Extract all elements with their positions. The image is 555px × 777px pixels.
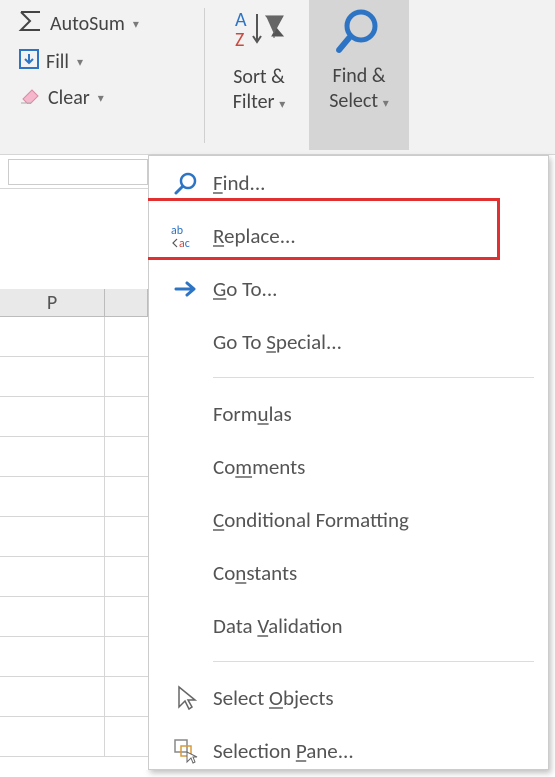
replace-abac-icon: ab ac [159, 223, 213, 249]
find-select-label-l1: Find & [333, 64, 386, 88]
sort-filter-label-l1: Sort & [233, 65, 285, 89]
magnifier-icon [333, 6, 385, 58]
menu-data-validation-label: Data Validation [213, 613, 343, 639]
find-select-button[interactable]: Find & Select ▾ [309, 0, 409, 150]
menu-conditional-formatting[interactable]: Conditional Formatting [149, 493, 548, 546]
ribbon-large-buttons: A Z Sort & Filter ▾ Find & [209, 0, 409, 154]
cell-row[interactable] [0, 717, 148, 757]
chevron-down-icon: ▾ [277, 98, 286, 112]
menu-replace-label: Replace... [213, 223, 296, 249]
editing-buttons-column: AutoSum ▾ Fill ▾ Clear ▾ [0, 0, 200, 154]
cell-row[interactable] [0, 597, 148, 637]
fill-button[interactable]: Fill ▾ [18, 48, 192, 76]
cell-row[interactable] [0, 437, 148, 477]
menu-find[interactable]: Find... [149, 156, 548, 209]
sigma-icon [18, 10, 44, 38]
chevron-down-icon: ▾ [98, 91, 104, 106]
menu-comments-label: Comments [213, 454, 305, 480]
sort-filter-label-l2: Filter [233, 90, 275, 114]
find-select-label-l2: Select [329, 89, 378, 113]
ribbon-home-editing-group: AutoSum ▾ Fill ▾ Clear ▾ A Z [0, 0, 555, 155]
menu-find-label: Find... [213, 170, 265, 196]
find-select-dropdown: Find... ab ac Replace... Go To... Go To … [148, 155, 549, 770]
menu-goto[interactable]: Go To... [149, 262, 548, 315]
menu-formulas[interactable]: Formulas [149, 387, 548, 440]
sort-filter-icon: A Z [233, 6, 285, 59]
autosum-button[interactable]: AutoSum ▾ [18, 10, 192, 38]
menu-selection-pane[interactable]: Selection Pane... [149, 724, 548, 777]
cell-row[interactable] [0, 477, 148, 517]
menu-goto-special[interactable]: Go To Special... [149, 315, 548, 368]
menu-separator [213, 661, 534, 662]
column-header-P[interactable]: P [0, 289, 105, 316]
cell-row[interactable] [0, 517, 148, 557]
menu-goto-special-label: Go To Special... [213, 329, 342, 355]
svg-text:ab: ab [171, 224, 183, 238]
worksheet-area: P [0, 155, 148, 770]
clear-button[interactable]: Clear ▾ [18, 86, 192, 110]
menu-separator [213, 377, 534, 378]
chevron-down-icon: ▾ [77, 55, 83, 70]
menu-constants[interactable]: Constants [149, 546, 548, 599]
magnifier-small-icon [159, 170, 213, 196]
menu-replace[interactable]: ab ac Replace... [149, 209, 548, 262]
menu-select-objects-label: Select Objects [213, 685, 334, 711]
cell-row[interactable] [0, 317, 148, 357]
formula-bar-area[interactable] [0, 155, 148, 189]
menu-formulas-label: Formulas [213, 401, 292, 427]
menu-select-objects[interactable]: Select Objects [149, 671, 548, 724]
svg-text:ac: ac [179, 237, 190, 249]
fill-label: Fill [46, 50, 69, 74]
cell-row[interactable] [0, 397, 148, 437]
eraser-icon [18, 86, 42, 110]
chevron-down-icon: ▾ [380, 97, 389, 111]
sort-filter-button[interactable]: A Z Sort & Filter ▾ [209, 0, 309, 150]
menu-selection-pane-label: Selection Pane... [213, 738, 354, 764]
goto-arrow-icon [159, 279, 213, 299]
menu-goto-label: Go To... [213, 276, 277, 302]
menu-constants-label: Constants [213, 560, 297, 586]
chevron-down-icon: ▾ [133, 17, 139, 32]
cell-row[interactable] [0, 357, 148, 397]
svg-text:Z: Z [235, 28, 244, 52]
menu-cond-fmt-label: Conditional Formatting [213, 507, 409, 533]
clear-label: Clear [48, 86, 90, 110]
cell-row[interactable] [0, 557, 148, 597]
formula-bar[interactable] [8, 159, 148, 185]
ribbon-group-divider [204, 8, 205, 143]
cell-row[interactable] [0, 637, 148, 677]
menu-data-validation[interactable]: Data Validation [149, 599, 548, 652]
menu-comments[interactable]: Comments [149, 440, 548, 493]
cursor-icon [159, 685, 213, 711]
autosum-label: AutoSum [50, 12, 125, 36]
selection-pane-icon [159, 738, 213, 764]
cell-row[interactable] [0, 677, 148, 717]
column-header-row: P [0, 289, 148, 317]
column-header-next[interactable] [105, 289, 148, 316]
fill-down-icon [18, 48, 40, 76]
worksheet-cells[interactable] [0, 317, 148, 757]
